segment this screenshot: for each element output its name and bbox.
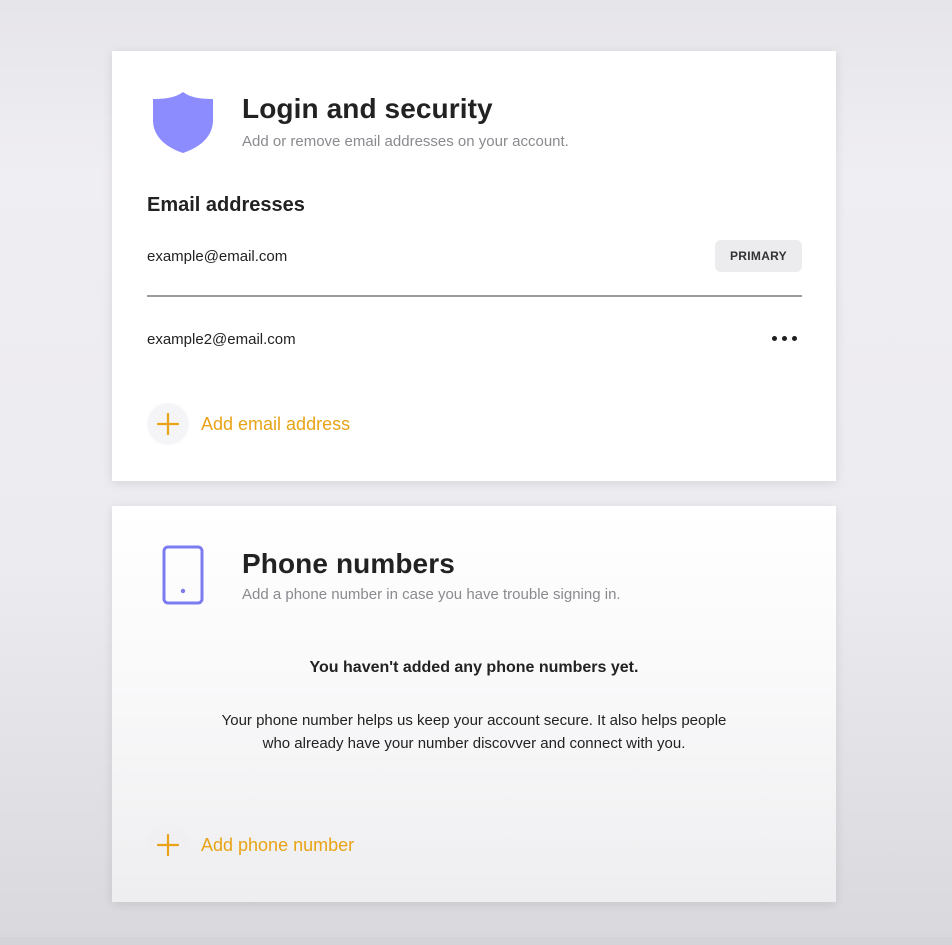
divider: [147, 295, 802, 297]
page-subtitle: Add or remove email addresses on your ac…: [242, 133, 569, 150]
add-email-label: Add email address: [201, 413, 351, 434]
add-phone-button[interactable]: Add phone number: [147, 824, 354, 866]
email-addresses-heading: Email addresses: [147, 194, 305, 216]
plus-icon: [147, 403, 189, 445]
phone-icon: [162, 545, 206, 612]
primary-badge: PRIMARY: [715, 240, 802, 272]
empty-state-title: You haven't added any phone numbers yet.: [309, 659, 639, 676]
email-address-secondary: example2@email.com: [147, 331, 296, 348]
phone-section-title: Phone numbers: [242, 548, 455, 579]
email-address-primary: example@email.com: [147, 248, 288, 265]
phone-section-subtitle: Add a phone number in case you have trou…: [242, 586, 621, 603]
add-email-button[interactable]: Add email address: [147, 403, 350, 445]
empty-state-description: Your phone number helps us keep your acc…: [221, 712, 727, 752]
bottom-bar: [0, 937, 952, 945]
more-options-icon[interactable]: [766, 329, 802, 347]
plus-icon: [147, 824, 189, 866]
shield-icon: [151, 90, 215, 159]
add-phone-label: Add phone number: [201, 834, 355, 855]
page-title: Login and security: [242, 93, 493, 124]
login-security-card: Login and security Add or remove email a…: [112, 51, 836, 481]
phone-numbers-card: Phone numbers Add a phone number in case…: [112, 506, 836, 902]
